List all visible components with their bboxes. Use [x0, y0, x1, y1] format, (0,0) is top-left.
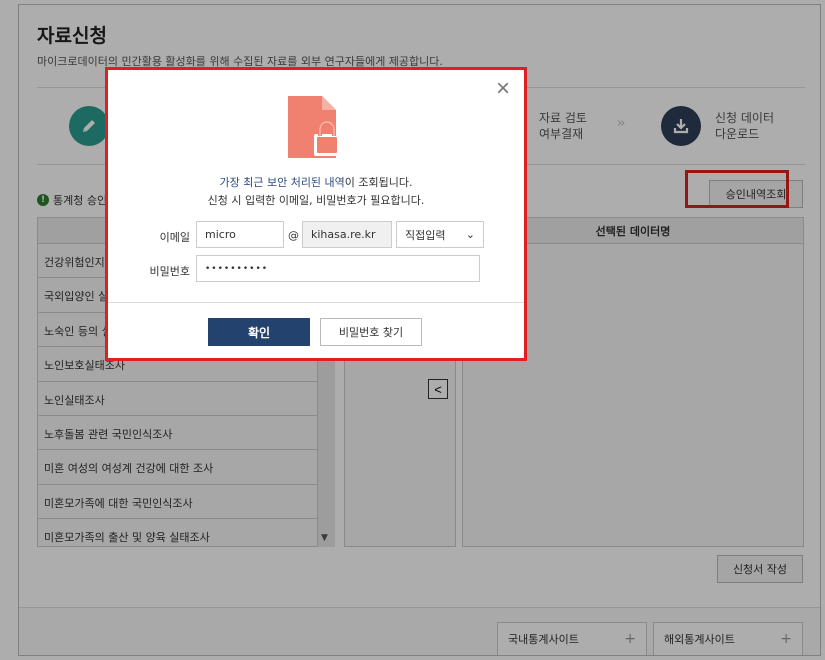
- password-verify-modal: × 가장 최근 보안 처리된 내역이 조회됩니다. 신청 시 입력한 이메일, …: [108, 70, 524, 358]
- chevron-down-icon: ⌄: [465, 228, 475, 241]
- password-input[interactable]: ••••••••••: [196, 255, 480, 282]
- modal-divider: [108, 302, 524, 303]
- lock-file-icon: [288, 96, 340, 158]
- close-icon[interactable]: ×: [492, 77, 514, 101]
- modal-submessage: 신청 시 입력한 이메일, 비밀번호가 필요합니다.: [207, 194, 425, 207]
- email-domain-input[interactable]: [302, 221, 392, 248]
- modal-message: 가장 최근 보안 처리된 내역이 조회됩니다.: [219, 176, 413, 189]
- email-label: 이메일: [159, 231, 190, 244]
- at-sign: @: [288, 229, 299, 242]
- email-user-input[interactable]: [196, 221, 284, 248]
- confirm-button[interactable]: 확인: [208, 318, 310, 346]
- password-label: 비밀번호: [149, 265, 190, 278]
- email-domain-select[interactable]: 직접입력 ⌄: [396, 221, 484, 248]
- find-password-button[interactable]: 비밀번호 찾기: [320, 318, 422, 346]
